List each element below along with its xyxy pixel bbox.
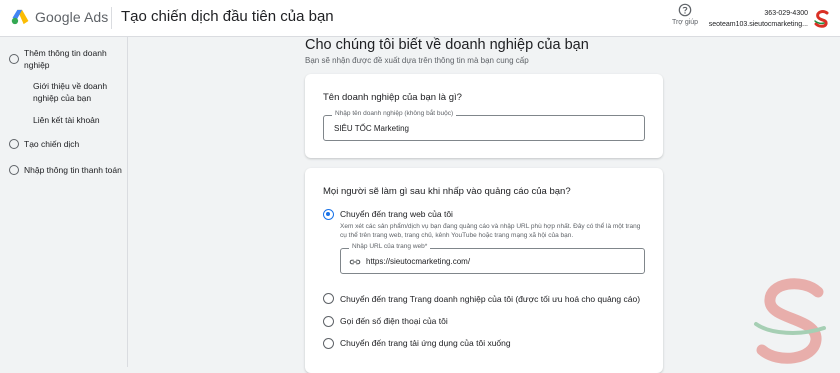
option-business-page-label[interactable]: Chuyển đến trang Trang doanh nghiệp của … bbox=[340, 294, 640, 304]
option-website-radio[interactable] bbox=[323, 209, 334, 220]
business-name-field[interactable]: Nhập tên doanh nghiệp (không bắt buộc) S… bbox=[323, 110, 645, 141]
business-name-value[interactable]: SIÊU TỐC Marketing bbox=[334, 124, 409, 133]
account-info[interactable]: 363-029-4300 seoteam103.sieutocmarketing… bbox=[709, 8, 808, 30]
help-label: Trợ giúp bbox=[671, 19, 699, 26]
option-app-label[interactable]: Chuyển đến trang tải ứng dụng của tôi xu… bbox=[340, 338, 511, 348]
click-action-card: Mọi người sẽ làm gì sau khi nhấp vào quả… bbox=[305, 168, 663, 373]
link-icon bbox=[349, 259, 361, 265]
sidebar: Thêm thông tin doanh nghiệp Giới thiệu v… bbox=[0, 37, 128, 367]
step1-radio[interactable] bbox=[9, 54, 19, 64]
click-action-question: Mọi người sẽ làm gì sau khi nhấp vào quả… bbox=[323, 186, 571, 197]
watermark-s-logo-icon bbox=[754, 278, 826, 364]
section-heading: Cho chúng tôi biết về doanh nghiệp của b… bbox=[305, 37, 589, 53]
step3-radio[interactable] bbox=[9, 165, 19, 175]
business-name-card: Tên doanh nghiệp của bạn là gì? Nhập tên… bbox=[305, 74, 663, 158]
top-bar: Google Ads Tạo chiến dịch đầu tiên của b… bbox=[0, 0, 840, 37]
step2-radio[interactable] bbox=[9, 139, 19, 149]
website-url-field-label: Nhập URL của trang web* bbox=[349, 243, 431, 250]
option-call-radio[interactable] bbox=[323, 316, 334, 327]
website-url-field[interactable]: Nhập URL của trang web* https://sieutocm… bbox=[340, 243, 645, 274]
brand-name[interactable]: Google Ads bbox=[35, 9, 108, 25]
option-app-radio[interactable] bbox=[323, 338, 334, 349]
business-name-question: Tên doanh nghiệp của bạn là gì? bbox=[323, 92, 462, 103]
option-website-description: Xem xét các sản phẩm/dịch vụ bạn đang qu… bbox=[340, 223, 641, 239]
section-subheading: Bạn sẽ nhận được đề xuất dựa trên thông … bbox=[305, 56, 529, 65]
option-call-label[interactable]: Gọi đến số điện thoại của tôi bbox=[340, 316, 448, 326]
help-icon bbox=[678, 3, 692, 17]
account-id: 363-029-4300 bbox=[764, 10, 808, 17]
account-email: seoteam103.sieutocmarketing... bbox=[708, 21, 808, 28]
main-content: Cho chúng tôi biết về doanh nghiệp của b… bbox=[129, 37, 840, 373]
avatar-s-icon[interactable] bbox=[812, 9, 832, 29]
sidebar-item-create-campaign[interactable]: Tạo chiến dịch bbox=[24, 138, 124, 150]
option-website-label[interactable]: Chuyển đến trang web của tôi bbox=[340, 209, 453, 219]
help-button[interactable]: Trợ giúp bbox=[670, 3, 700, 26]
sidebar-item-link-accounts[interactable]: Liên kết tài khoản bbox=[33, 114, 123, 126]
header-divider bbox=[111, 7, 112, 29]
website-url-value[interactable]: https://sieutocmarketing.com/ bbox=[366, 257, 470, 266]
option-business-page-radio[interactable] bbox=[323, 293, 334, 304]
page-title: Tạo chiến dịch đầu tiên của bạn bbox=[121, 8, 334, 25]
google-ads-logo-icon[interactable] bbox=[11, 9, 30, 25]
sidebar-item-business-intro[interactable]: Giới thiệu về doanh nghiệp của bạn bbox=[33, 80, 123, 104]
business-name-field-label: Nhập tên doanh nghiệp (không bắt buộc) bbox=[332, 110, 457, 117]
sidebar-item-billing[interactable]: Nhập thông tin thanh toán bbox=[24, 164, 124, 176]
sidebar-item-step1[interactable]: Thêm thông tin doanh nghiệp bbox=[24, 47, 124, 71]
